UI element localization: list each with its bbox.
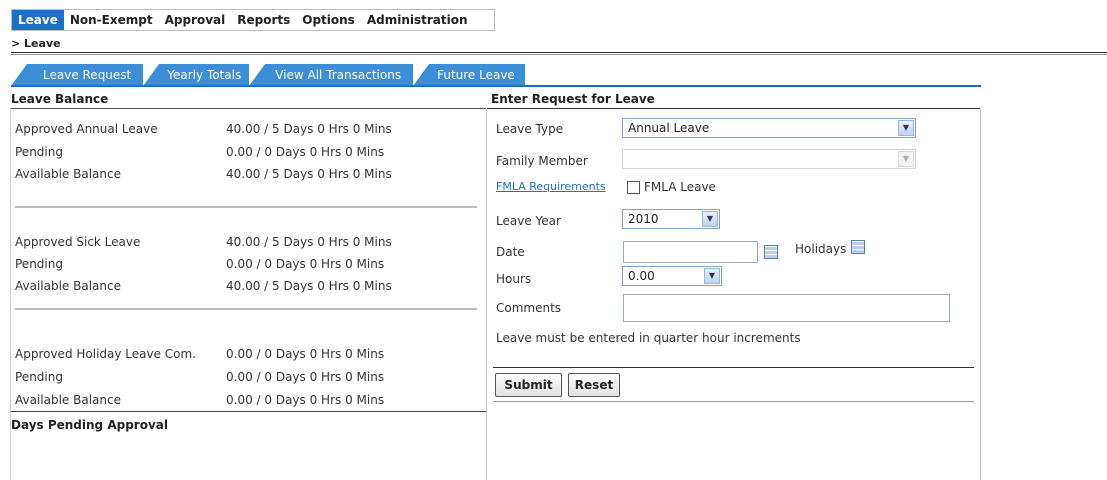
leave-year-select[interactable]: 2010 ▼ <box>622 209 720 229</box>
balance-value: 0.00 / 0 Days 0 Hrs 0 Mins <box>226 347 385 361</box>
leave-type-select[interactable]: Annual Leave ▼ <box>622 118 916 138</box>
chevron-down-icon: ▼ <box>898 151 914 167</box>
submit-button[interactable]: Submit <box>495 373 562 397</box>
fmla-leave-label: FMLA Leave <box>644 180 716 194</box>
balance-value: 40.00 / 5 Days 0 Hrs 0 Mins <box>226 122 392 136</box>
fmla-leave-checkbox[interactable] <box>627 181 640 194</box>
leave-balance-rule <box>11 108 486 109</box>
balance-value: 40.00 / 5 Days 0 Hrs 0 Mins <box>226 167 392 181</box>
menu-approval[interactable]: Approval <box>159 10 232 30</box>
chevron-down-icon: ▼ <box>898 120 914 136</box>
leave-year-label: Leave Year <box>496 214 561 228</box>
hours-select[interactable]: 0.00 ▼ <box>622 266 722 286</box>
menu-reports[interactable]: Reports <box>231 10 296 30</box>
fmla-requirements-link[interactable]: FMLA Requirements <box>496 180 606 193</box>
breadcrumb: > Leave <box>11 37 61 50</box>
balance-value: 40.00 / 5 Days 0 Hrs 0 Mins <box>226 235 392 249</box>
group-divider <box>15 308 477 310</box>
form-bottom-rule <box>493 401 974 402</box>
form-buttons-rule <box>493 367 974 368</box>
request-form-title: Enter Request for Leave <box>491 92 655 106</box>
header-divider-secondary <box>11 54 1107 55</box>
balance-label: Approved Holiday Leave Com. <box>15 347 197 361</box>
tab-yearly-totals[interactable]: Yearly Totals <box>143 64 250 86</box>
leave-year-value: 2010 <box>628 212 659 226</box>
menu-options[interactable]: Options <box>296 10 361 30</box>
hours-value: 0.00 <box>628 269 655 283</box>
balance-label: Pending <box>15 257 63 271</box>
group-divider <box>15 206 477 208</box>
calendar-icon[interactable] <box>764 245 778 259</box>
tab-bar: Leave Request Yearly Totals View All Tra… <box>11 64 536 86</box>
reset-button[interactable]: Reset <box>568 373 620 397</box>
family-member-label: Family Member <box>496 154 588 168</box>
request-form-rule <box>487 108 981 109</box>
comments-label: Comments <box>496 301 562 315</box>
balance-value: 0.00 / 0 Days 0 Hrs 0 Mins <box>226 257 385 271</box>
header-divider <box>11 52 1107 53</box>
family-member-select[interactable]: ▼ <box>622 149 916 169</box>
menu-administration[interactable]: Administration <box>361 10 474 30</box>
comments-input[interactable] <box>623 294 950 322</box>
date-label: Date <box>496 245 525 259</box>
balance-label: Approved Sick Leave <box>15 235 141 249</box>
quarter-hour-note: Leave must be entered in quarter hour in… <box>496 331 801 345</box>
date-input[interactable] <box>623 241 758 263</box>
calendar-icon[interactable] <box>851 240 865 254</box>
hours-label: Hours <box>496 272 532 286</box>
right-pane-border <box>980 108 981 480</box>
menu-non-exempt[interactable]: Non-Exempt <box>64 10 159 30</box>
tab-view-all-transactions[interactable]: View All Transactions <box>249 64 414 86</box>
balance-label: Pending <box>15 145 63 159</box>
main-menu: Leave Non-Exempt Approval Reports Option… <box>11 9 495 31</box>
holidays-label: Holidays <box>795 242 847 256</box>
leave-type-label: Leave Type <box>496 122 564 136</box>
balance-value: 0.00 / 0 Days 0 Hrs 0 Mins <box>226 393 385 407</box>
pane-divider <box>486 108 487 480</box>
balance-value: 0.00 / 0 Days 0 Hrs 0 Mins <box>226 145 385 159</box>
tab-future-leave[interactable]: Future Leave <box>413 64 525 86</box>
chevron-down-icon: ▼ <box>704 268 720 284</box>
balance-label: Approved Annual Leave <box>15 122 158 136</box>
chevron-down-icon: ▼ <box>702 211 718 227</box>
days-pending-title: Days Pending Approval <box>11 418 168 432</box>
balance-label: Available Balance <box>15 279 121 293</box>
tab-underline <box>11 85 981 87</box>
tab-leave-request[interactable]: Leave Request <box>11 64 144 86</box>
balance-value: 40.00 / 5 Days 0 Hrs 0 Mins <box>226 279 392 293</box>
balance-label: Pending <box>15 370 63 384</box>
balance-label: Available Balance <box>15 393 121 407</box>
pending-rule <box>11 411 486 412</box>
leave-balance-title: Leave Balance <box>11 92 109 106</box>
balance-label: Available Balance <box>15 167 121 181</box>
menu-leave[interactable]: Leave <box>12 10 64 30</box>
balance-value: 0.00 / 0 Days 0 Hrs 0 Mins <box>226 370 385 384</box>
leave-type-value: Annual Leave <box>628 121 710 135</box>
